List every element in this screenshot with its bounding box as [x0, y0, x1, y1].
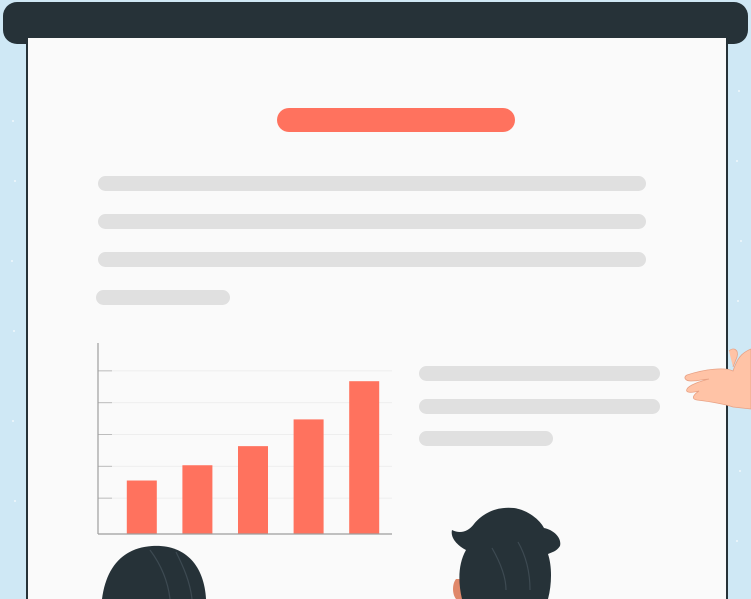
- slide-title-placeholder: [277, 108, 515, 132]
- background-dot: [737, 300, 739, 302]
- background-dot: [739, 470, 741, 472]
- audience-heads: [102, 507, 561, 599]
- background-dot: [14, 180, 16, 182]
- background-dot: [740, 240, 742, 242]
- side-text-placeholder: [419, 366, 660, 381]
- presenter-hand-icon: [684, 348, 751, 410]
- background-dot: [738, 90, 740, 92]
- side-text-placeholder: [419, 431, 553, 446]
- background-dot: [736, 160, 738, 162]
- background-dot: [13, 330, 15, 332]
- text-line-placeholder: [96, 290, 230, 305]
- background-dot: [11, 260, 13, 262]
- text-line-placeholder: [98, 176, 646, 191]
- background-dot: [12, 420, 14, 422]
- background-dot: [12, 120, 14, 122]
- text-line-placeholder: [98, 214, 646, 229]
- text-line-placeholder: [98, 252, 646, 267]
- side-text-placeholder: [419, 399, 660, 414]
